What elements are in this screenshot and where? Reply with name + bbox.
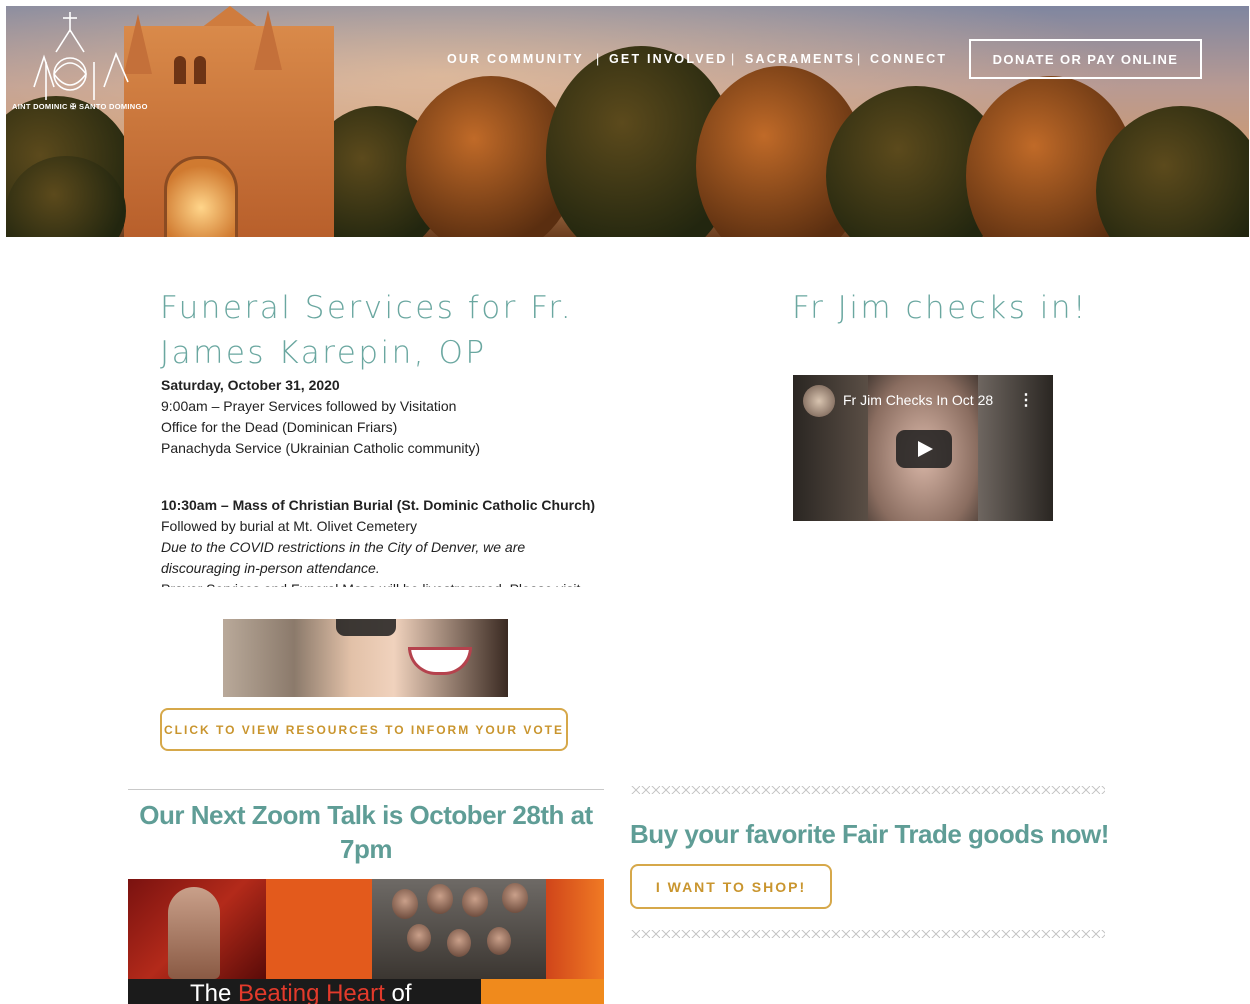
person	[447, 929, 471, 957]
zoom-talk-banner[interactable]: The Beating Heart of	[128, 879, 604, 1004]
caption-text: The	[190, 980, 239, 1004]
person	[487, 927, 511, 955]
play-icon[interactable]	[896, 430, 952, 468]
hero-banner: AINT DOMINIC ✠ SANTO DOMINGO OUR COMMUNI…	[6, 6, 1249, 237]
funeral-line: 9:00am – Prayer Services followed by Vis…	[161, 398, 457, 414]
fr-jim-heading: Fr Jim checks in!	[792, 290, 1088, 326]
funeral-line: Panachyda Service (Ukrainian Catholic co…	[161, 440, 481, 456]
church-rose-window	[164, 156, 238, 237]
divider	[128, 789, 604, 790]
nav-separator: |	[857, 52, 861, 66]
donate-button[interactable]: DONATE OR PAY ONLINE	[969, 39, 1202, 79]
play-icon[interactable]	[336, 619, 396, 636]
funeral-article-body: Saturday, October 31, 2020 9:00am – Pray…	[161, 375, 601, 587]
funeral-heading: Funeral Services for Fr. James Karepin, …	[160, 290, 574, 371]
vote-video-thumbnail[interactable]	[223, 619, 508, 697]
nav-separator: |	[596, 52, 600, 66]
church-spire	[254, 10, 282, 70]
video-title[interactable]: Fr Jim Checks In Oct 28	[843, 392, 993, 408]
person	[462, 887, 488, 917]
video-embed[interactable]: Fr Jim Checks In Oct 28 ⋮	[793, 375, 1053, 521]
funeral-line: Office for the Dead (Dominican Friars)	[161, 419, 398, 435]
wavy-divider	[630, 930, 1105, 938]
caption-band	[481, 979, 604, 1004]
church-window	[194, 56, 206, 84]
channel-avatar[interactable]	[803, 385, 835, 417]
nav-get-involved[interactable]: GET INVOLVED	[609, 52, 728, 66]
person	[427, 884, 453, 914]
more-options-icon[interactable]: ⋮	[1018, 390, 1034, 410]
group-photo	[372, 879, 546, 979]
caption-highlight: Beating Heart	[238, 980, 385, 1004]
nav-sacraments[interactable]: SACRAMENTS	[745, 52, 855, 66]
funeral-mass: 10:30am – Mass of Christian Burial (St. …	[161, 497, 596, 513]
vote-resources-button[interactable]: CLICK TO VIEW RESOURCES TO INFORM YOUR V…	[160, 708, 568, 751]
statue-figure	[168, 887, 220, 979]
person	[392, 889, 418, 919]
parish-name: AINT DOMINIC ✠ SANTO DOMINGO	[12, 102, 148, 111]
shop-button[interactable]: I WANT TO SHOP!	[630, 864, 832, 909]
banner-panel	[546, 879, 604, 979]
funeral-livestream-note: Prayer Services and Funeral Mass will be…	[161, 579, 601, 587]
church-logo-icon	[33, 12, 129, 100]
nav-connect[interactable]: CONNECT	[870, 52, 947, 66]
person	[407, 924, 431, 952]
banner-caption: The Beating Heart of	[190, 979, 411, 1004]
zoom-talk-heading: Our Next Zoom Talk is October 28th at 7p…	[139, 800, 593, 864]
smile-graphic	[408, 647, 472, 675]
funeral-burial: Followed by burial at Mt. Olivet Cemeter…	[161, 518, 417, 534]
wavy-divider	[630, 786, 1105, 794]
caption-text: of	[384, 980, 412, 1004]
nav-our-community[interactable]: OUR COMMUNITY	[447, 52, 584, 66]
fair-trade-heading: Buy your favorite Fair Trade goods now!	[630, 819, 1109, 849]
banner-panel	[266, 879, 372, 979]
person	[502, 883, 528, 913]
church-window	[174, 56, 186, 84]
parish-logo[interactable]	[26, 12, 141, 102]
funeral-date: Saturday, October 31, 2020	[161, 377, 340, 393]
nav-separator: |	[731, 52, 735, 66]
funeral-covid-note: Due to the COVID restrictions in the Cit…	[161, 539, 526, 576]
